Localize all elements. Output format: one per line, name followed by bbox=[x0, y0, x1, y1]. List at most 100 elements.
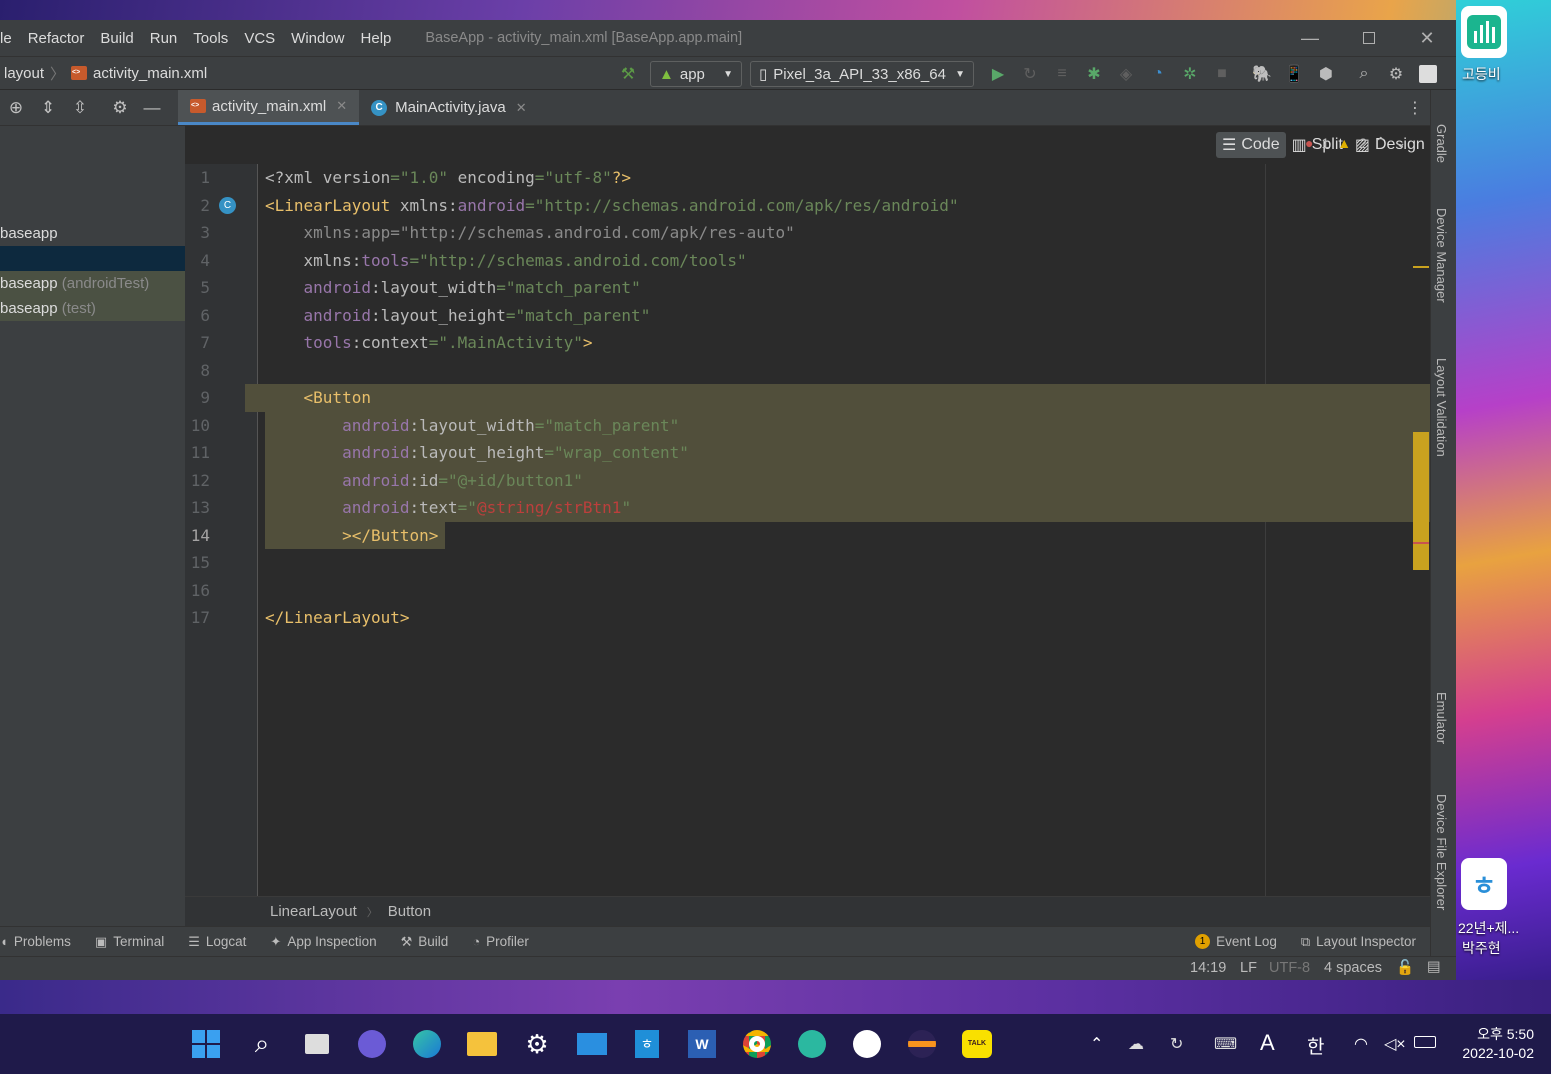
device-manager-button[interactable]: 📱 bbox=[1278, 60, 1310, 88]
tree-item-baseapp-androidtest[interactable]: baseapp (androidTest) bbox=[0, 271, 185, 296]
hwp-button[interactable]: ㅎ bbox=[629, 1026, 665, 1062]
inspection-widget[interactable]: ● 1 ▲ 2 ⌃ ⌄ bbox=[1305, 134, 1406, 151]
sync-gradle-button[interactable]: 🐘 bbox=[1246, 60, 1278, 88]
volume-muted-icon[interactable]: ◁× bbox=[1384, 1034, 1406, 1054]
tree-item-baseapp-test[interactable]: baseapp (test) bbox=[0, 296, 185, 321]
caret-position[interactable]: 14:19 bbox=[1190, 960, 1226, 976]
make-project-button[interactable]: ⚒ bbox=[612, 60, 644, 88]
line-separator[interactable]: LF bbox=[1240, 960, 1257, 976]
close-button[interactable]: ✕ bbox=[1398, 20, 1456, 56]
code-view-button[interactable]: ☰ Code bbox=[1216, 132, 1286, 158]
sdk-manager-button[interactable]: ⬢ bbox=[1310, 60, 1342, 88]
code-editor[interactable]: ☰ Code ▥ Split ▨ Design 1 <?xml version="1.0… bbox=[185, 126, 1430, 916]
crumb-linearlayout[interactable]: LinearLayout bbox=[270, 903, 357, 920]
tool-logcat[interactable]: ☰ Logcat bbox=[188, 934, 246, 950]
menu-build[interactable]: Build bbox=[100, 30, 133, 47]
clock-time[interactable]: 오후 5:50 bbox=[1458, 1024, 1534, 1044]
search-button[interactable]: ⌕ bbox=[1348, 60, 1380, 88]
onedrive-icon[interactable]: ☁ bbox=[1128, 1034, 1144, 1054]
sync-icon[interactable]: ↻ bbox=[1170, 1034, 1183, 1054]
tool-layout-validation[interactable]: Layout Validation bbox=[1434, 358, 1449, 457]
start-button[interactable] bbox=[188, 1026, 224, 1062]
profile-button[interactable]: ◔ bbox=[1142, 60, 1174, 88]
device-select[interactable]: ▯ Pixel_3a_API_33_x86_64 ▼ bbox=[750, 61, 974, 87]
mail-button[interactable] bbox=[574, 1026, 610, 1062]
account-button[interactable] bbox=[1412, 60, 1444, 88]
coverage-button[interactable]: ◈ bbox=[1110, 60, 1142, 88]
tree-item-selected[interactable] bbox=[0, 246, 185, 271]
chrome-button[interactable] bbox=[739, 1026, 775, 1062]
tool-build[interactable]: ⚒ Build bbox=[401, 934, 449, 950]
tool-profiler[interactable]: ◔ Profiler bbox=[472, 934, 529, 949]
tool-gradle[interactable]: Gradle bbox=[1434, 124, 1449, 163]
menu-tools[interactable]: Tools bbox=[193, 30, 228, 47]
settings-taskbar-button[interactable]: ⚙ bbox=[519, 1026, 555, 1062]
android-studio-button[interactable] bbox=[794, 1026, 830, 1062]
project-settings-button[interactable]: ⚙ bbox=[104, 90, 136, 125]
breadcrumb-file[interactable]: activity_main.xml bbox=[93, 65, 207, 82]
eclipse-button[interactable] bbox=[904, 1026, 940, 1062]
battery-icon[interactable] bbox=[1414, 1036, 1436, 1048]
edge-button[interactable] bbox=[409, 1026, 445, 1062]
maximize-button[interactable] bbox=[1340, 20, 1398, 56]
file-encoding[interactable]: UTF-8 bbox=[1269, 960, 1310, 976]
unlock-icon[interactable]: 🔓 bbox=[1396, 959, 1414, 976]
run-config-select[interactable]: ▲ app ▼ bbox=[650, 61, 742, 87]
desktop-icon-chart[interactable] bbox=[1461, 6, 1507, 58]
tree-item-baseapp[interactable]: baseapp bbox=[0, 221, 185, 246]
app-button[interactable] bbox=[849, 1026, 885, 1062]
stop-button[interactable]: ■ bbox=[1206, 60, 1238, 88]
run-button[interactable]: ▶ bbox=[982, 60, 1014, 88]
menu-window[interactable]: Window bbox=[291, 30, 344, 47]
indent-setting[interactable]: 4 spaces bbox=[1324, 960, 1382, 976]
tool-event-log[interactable]: 1 Event Log bbox=[1195, 934, 1277, 949]
attach-debugger-button[interactable]: ✲ bbox=[1174, 60, 1206, 88]
wifi-icon[interactable]: ◠ bbox=[1354, 1034, 1368, 1054]
task-view-button[interactable] bbox=[299, 1026, 335, 1062]
previous-problem-icon[interactable]: ⌃ bbox=[1375, 134, 1387, 151]
hide-panel-button[interactable]: — bbox=[136, 90, 168, 125]
search-taskbar-button[interactable]: ⌕ bbox=[244, 1026, 280, 1062]
menu-refactor[interactable]: Refactor bbox=[28, 30, 85, 47]
tool-device-manager[interactable]: Device Manager bbox=[1434, 208, 1449, 303]
collapse-all-button[interactable]: ⇳ bbox=[64, 90, 96, 125]
menu-file[interactable]: le bbox=[0, 30, 12, 47]
locate-button[interactable]: ⊕ bbox=[0, 90, 32, 125]
tool-layout-inspector[interactable]: ⧉ Layout Inspector bbox=[1301, 934, 1416, 950]
kakaotalk-button[interactable]: TALK bbox=[959, 1026, 995, 1062]
crumb-button[interactable]: Button bbox=[388, 903, 431, 920]
memory-indicator-icon[interactable]: ▤ bbox=[1427, 959, 1441, 975]
file-explorer-button[interactable] bbox=[464, 1026, 500, 1062]
tab-activity-main[interactable]: activity_main.xml ✕ bbox=[178, 90, 360, 125]
desktop-icon-hwp[interactable]: ㅎ bbox=[1461, 858, 1507, 910]
tool-problems[interactable]: ◖ Problems bbox=[0, 934, 71, 949]
menu-help[interactable]: Help bbox=[361, 30, 392, 47]
clock-date[interactable]: 2022-10-02 bbox=[1452, 1045, 1534, 1061]
ime-mode-a[interactable]: A bbox=[1260, 1030, 1275, 1056]
debug-button[interactable]: ✱ bbox=[1078, 60, 1110, 88]
close-tab-icon[interactable]: ✕ bbox=[336, 98, 347, 114]
word-button[interactable]: W bbox=[684, 1026, 720, 1062]
ime-mode-han[interactable]: 한 bbox=[1307, 1032, 1324, 1059]
menu-run[interactable]: Run bbox=[150, 30, 178, 47]
close-tab-icon[interactable]: ✕ bbox=[516, 100, 527, 116]
tool-emulator[interactable]: Emulator bbox=[1434, 692, 1449, 744]
minimize-button[interactable]: — bbox=[1281, 20, 1339, 56]
settings-button[interactable]: ⚙ bbox=[1380, 60, 1412, 88]
breadcrumb-layout[interactable]: layout bbox=[4, 65, 44, 82]
tab-main-activity[interactable]: C MainActivity.java ✕ bbox=[359, 90, 539, 125]
keyboard-icon[interactable]: ⌨ bbox=[1214, 1034, 1237, 1054]
tool-terminal[interactable]: ▣ Terminal bbox=[95, 934, 164, 950]
menu-vcs[interactable]: VCS bbox=[244, 30, 275, 47]
expand-all-button[interactable]: ⇕ bbox=[32, 90, 64, 125]
code-area[interactable]: 1 <?xml version="1.0" encoding="utf-8"?> … bbox=[185, 164, 1430, 916]
class-marker-icon[interactable]: C bbox=[219, 196, 236, 214]
tool-app-inspection[interactable]: ✦ App Inspection bbox=[270, 934, 376, 950]
tab-options-button[interactable]: ⋮ bbox=[1400, 90, 1430, 125]
apply-code-changes-button[interactable]: ≡ bbox=[1046, 60, 1078, 88]
apply-changes-button[interactable]: ↻ bbox=[1014, 60, 1046, 88]
chat-button[interactable] bbox=[354, 1026, 390, 1062]
next-problem-icon[interactable]: ⌄ bbox=[1395, 134, 1407, 151]
show-hidden-icons-button[interactable]: ⌃ bbox=[1090, 1034, 1103, 1054]
tool-device-file-explorer[interactable]: Device File Explorer bbox=[1434, 794, 1449, 910]
